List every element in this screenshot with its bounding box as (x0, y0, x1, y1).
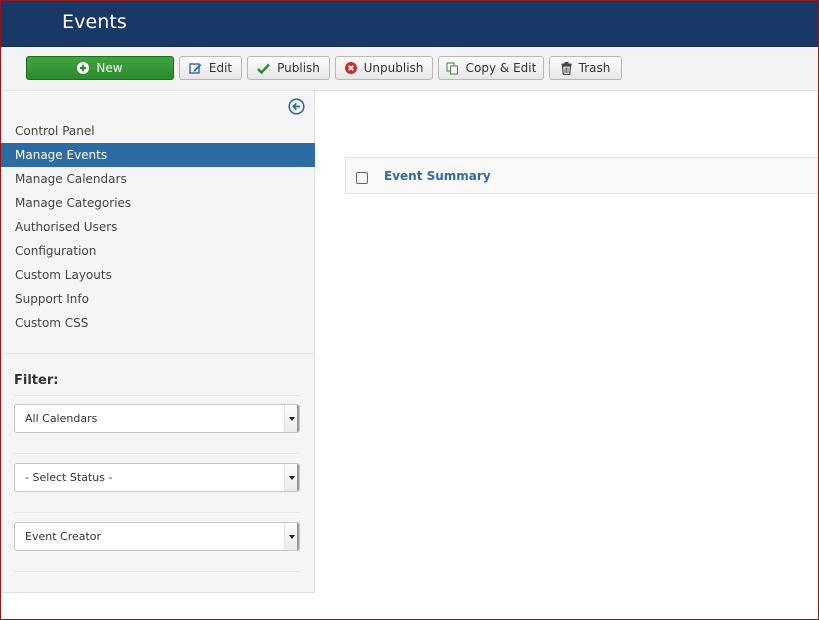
page-header: Events (1, 1, 818, 47)
publish-button-label: Publish (277, 61, 320, 75)
page-title: Events (62, 11, 127, 33)
sidebar-divider (1, 353, 315, 354)
trash-button-label: Trash (578, 61, 611, 75)
filter-divider (14, 512, 300, 513)
filter-divider (14, 395, 300, 396)
filter-divider (14, 453, 300, 454)
edit-button-label: Edit (208, 61, 233, 75)
sidebar-item-manage-calendars[interactable]: Manage Calendars (1, 167, 315, 191)
edit-icon (189, 62, 202, 75)
toolbar: New Edit Publish Unpublish Copy & Edit T… (1, 47, 818, 91)
trash-button[interactable]: Trash (549, 56, 622, 80)
select-all-checkbox[interactable] (356, 172, 368, 184)
copy-edit-button-label: Copy & Edit (465, 61, 537, 75)
copy-edit-button[interactable]: Copy & Edit (438, 56, 544, 80)
trash-icon (561, 61, 572, 75)
creator-filter-value: Event Creator (25, 530, 102, 543)
sidebar-item-custom-layouts[interactable]: Custom Layouts (1, 263, 315, 287)
copy-icon (446, 61, 459, 75)
sidebar-item-manage-events[interactable]: Manage Events (1, 143, 315, 167)
creator-filter-select[interactable]: Event Creator (14, 522, 300, 551)
calendar-filter-select[interactable]: All Calendars (14, 404, 300, 433)
sidebar-item-configuration[interactable]: Configuration (1, 239, 315, 263)
chevron-down-icon (284, 523, 299, 550)
sidebar-item-custom-css[interactable]: Custom CSS (1, 311, 315, 335)
sidebar-nav: Control Panel Manage Events Manage Calen… (1, 119, 315, 335)
new-button-label: New (96, 61, 123, 75)
plus-circle-icon (77, 62, 90, 74)
status-filter-select[interactable]: - Select Status - (14, 463, 300, 492)
arrow-left-circle-icon[interactable] (288, 98, 305, 115)
app-window: Events New Edit Publish Unpublish Copy &… (0, 0, 819, 620)
check-icon (257, 63, 270, 74)
filter-label: Filter: (14, 373, 59, 388)
new-button[interactable]: New (26, 56, 174, 80)
sidebar-item-manage-categories[interactable]: Manage Categories (1, 191, 315, 215)
sidebar: Control Panel Manage Events Manage Calen… (1, 91, 315, 593)
unpublish-button[interactable]: Unpublish (335, 56, 433, 80)
events-table-header: Event Summary (345, 157, 818, 194)
calendar-filter-value: All Calendars (25, 412, 98, 425)
sidebar-item-support-info[interactable]: Support Info (1, 287, 315, 311)
filter-divider (14, 571, 300, 572)
chevron-down-icon (284, 405, 299, 432)
publish-button[interactable]: Publish (247, 56, 330, 80)
status-filter-value: - Select Status - (25, 471, 113, 484)
sidebar-item-control-panel[interactable]: Control Panel (1, 119, 315, 143)
x-circle-icon (344, 62, 357, 74)
event-summary-column-header[interactable]: Event Summary (384, 169, 491, 183)
chevron-down-icon (284, 464, 299, 491)
edit-button[interactable]: Edit (179, 56, 242, 80)
unpublish-button-label: Unpublish (363, 61, 424, 75)
sidebar-item-authorised-users[interactable]: Authorised Users (1, 215, 315, 239)
